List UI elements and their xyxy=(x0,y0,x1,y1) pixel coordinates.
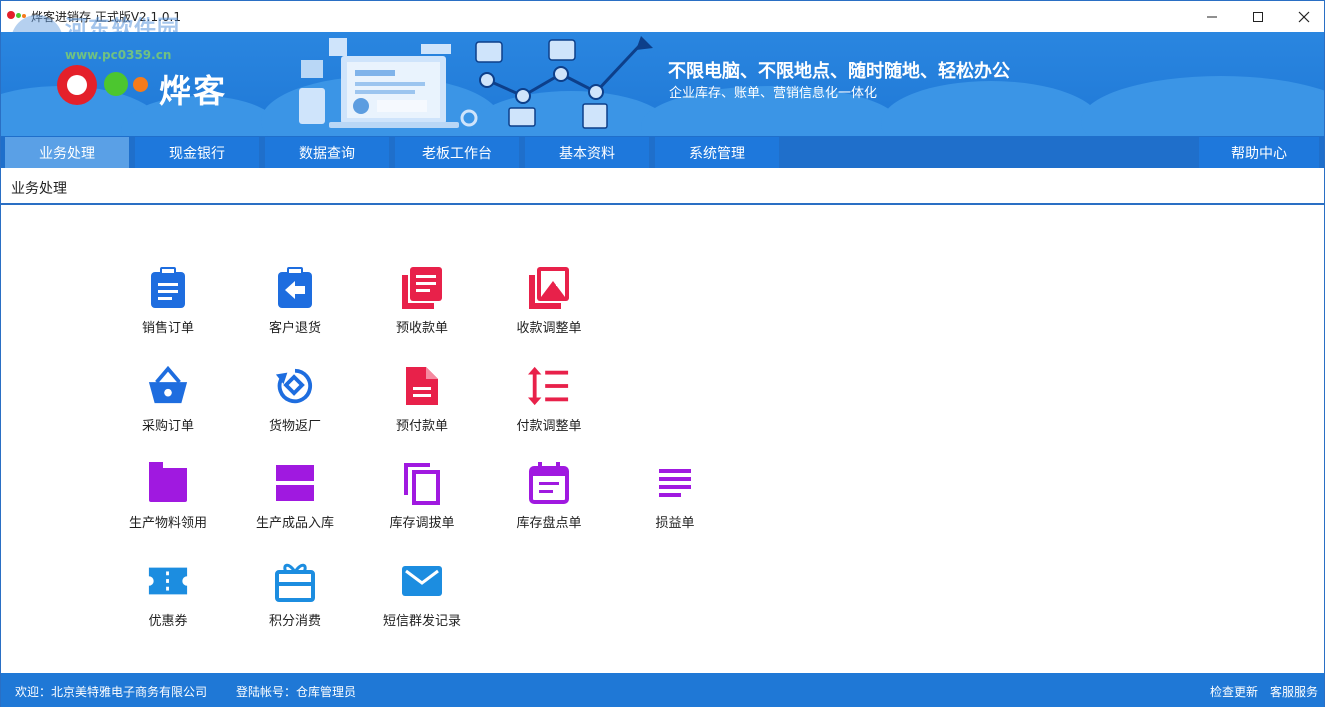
header-banner: www.pc0359.cn 烨客 不限电脑、不限地点、随时随地、轻松办公 企业库… xyxy=(1,32,1324,136)
copy-icon xyxy=(401,462,443,505)
calendar-icon xyxy=(528,462,570,504)
tile-label: 生产物料领用 xyxy=(128,516,207,531)
tile-purchase-order[interactable]: 采购订单 xyxy=(118,365,218,434)
tab-data-query[interactable]: 数据查询 xyxy=(265,137,389,168)
tab-system-admin[interactable]: 系统管理 xyxy=(655,137,779,168)
tab-boss-workbench[interactable]: 老板工作台 xyxy=(395,137,519,168)
tab-basic-data[interactable]: 基本资料 xyxy=(525,137,649,168)
minimize-button[interactable] xyxy=(1189,1,1235,32)
tile-label: 积分消费 xyxy=(268,614,321,629)
maximize-icon xyxy=(1253,11,1263,22)
customer-service-link[interactable]: 客服服务 xyxy=(1270,683,1318,700)
align-left-icon xyxy=(654,462,696,504)
tab-help-center[interactable]: 帮助中心 xyxy=(1199,137,1319,168)
close-button[interactable] xyxy=(1281,1,1325,32)
mail-icon xyxy=(401,560,443,602)
banner-subslogan: 企业库存、账单、营销信息化一体化 xyxy=(669,86,878,101)
tile-label: 货物返厂 xyxy=(268,419,321,434)
tile-label: 收款调整单 xyxy=(516,321,582,336)
tile-receipt-adjustment[interactable]: 收款调整单 xyxy=(499,267,599,336)
tile-customer-return[interactable]: 客户退货 xyxy=(245,267,345,336)
function-grid: 销售订单 客户退货 预收款单 收款调整单 采购订单 货物返厂 预付款单 付款调整… xyxy=(1,207,1324,673)
close-icon xyxy=(1298,11,1310,22)
banner-slogan: 不限电脑、不限地点、随时随地、轻松办公 xyxy=(668,61,1010,82)
tab-business[interactable]: 业务处理 xyxy=(5,137,129,168)
tile-sms-broadcast-log[interactable]: 短信群发记录 xyxy=(372,560,472,629)
sort-lines-icon xyxy=(528,365,570,407)
welcome-text: 欢迎：北京美特雅电子商务有限公司 xyxy=(15,685,208,699)
tile-label: 客户退货 xyxy=(268,321,321,336)
title-bar: 烨客进销存 正式版V2.1.0.1 河东软件园 xyxy=(1,1,1325,67)
receipt-stack-icon xyxy=(401,267,443,309)
tile-label: 采购订单 xyxy=(141,419,194,434)
gift-icon xyxy=(274,560,316,602)
tile-material-requisition[interactable]: 生产物料领用 xyxy=(118,462,218,531)
breadcrumb: 业务处理 xyxy=(1,168,1324,205)
basket-icon xyxy=(147,365,189,407)
logo-orange-dot xyxy=(133,77,148,92)
minimize-icon xyxy=(1207,16,1217,17)
image-plus-icon xyxy=(528,267,570,309)
tile-finished-goods-inbound[interactable]: 生产成品入库 xyxy=(245,462,345,531)
maximize-button[interactable] xyxy=(1235,1,1281,32)
tab-cash-bank[interactable]: 现金银行 xyxy=(135,137,259,168)
tile-stock-transfer[interactable]: 库存调拔单 xyxy=(372,462,472,531)
watermark-url: www.pc0359.cn xyxy=(65,48,172,62)
logo-text: 烨客 xyxy=(159,72,228,110)
clipboard-return-icon xyxy=(274,267,316,309)
clipboard-list-icon xyxy=(147,267,189,309)
tile-label: 销售订单 xyxy=(141,321,194,336)
tile-label: 预收款单 xyxy=(395,321,448,336)
ticket-icon xyxy=(147,560,189,602)
tile-label: 短信群发记录 xyxy=(382,614,461,629)
tile-stock-count[interactable]: 库存盘点单 xyxy=(499,462,599,531)
breadcrumb-label: 业务处理 xyxy=(11,181,67,197)
tile-sales-order[interactable]: 销售订单 xyxy=(118,267,218,336)
tile-advance-receipt[interactable]: 预收款单 xyxy=(372,267,472,336)
account-text: 登陆帐号：仓库管理员 xyxy=(236,685,357,699)
document-icon xyxy=(401,365,443,407)
tile-profit-loss[interactable]: 损益单 xyxy=(625,462,725,531)
tile-advance-payment[interactable]: 预付款单 xyxy=(372,365,472,434)
folder-icon xyxy=(147,462,189,504)
tile-label: 损益单 xyxy=(655,516,695,531)
split-box-icon xyxy=(274,462,316,504)
tile-label: 优惠券 xyxy=(148,614,188,629)
tile-label: 库存调拔单 xyxy=(389,516,455,531)
logo-green-dot xyxy=(104,72,128,96)
tile-label: 生产成品入库 xyxy=(255,516,334,531)
tile-goods-return-factory[interactable]: 货物返厂 xyxy=(245,365,345,434)
status-bar: 欢迎：北京美特雅电子商务有限公司 登陆帐号：仓库管理员 检查更新 客服服务 xyxy=(1,673,1324,707)
tile-label: 预付款单 xyxy=(395,419,448,434)
app-window: 烨客进销存 正式版V2.1.0.1 河东软件园 www.pc0359.cn 烨客 xyxy=(0,0,1325,707)
tile-label: 付款调整单 xyxy=(516,419,582,434)
tile-points-redeem[interactable]: 积分消费 xyxy=(245,560,345,629)
tile-coupon[interactable]: 优惠券 xyxy=(118,560,218,629)
rotate-diamond-icon xyxy=(274,365,316,407)
tile-payment-adjustment[interactable]: 付款调整单 xyxy=(499,365,599,434)
check-update-link[interactable]: 检查更新 xyxy=(1210,683,1258,700)
banner-illustration xyxy=(299,36,653,129)
main-tab-bar: 业务处理 现金银行 数据查询 老板工作台 基本资料 系统管理 帮助中心 xyxy=(1,136,1324,168)
tile-label: 库存盘点单 xyxy=(516,516,582,531)
logo-red-dot xyxy=(57,65,97,105)
